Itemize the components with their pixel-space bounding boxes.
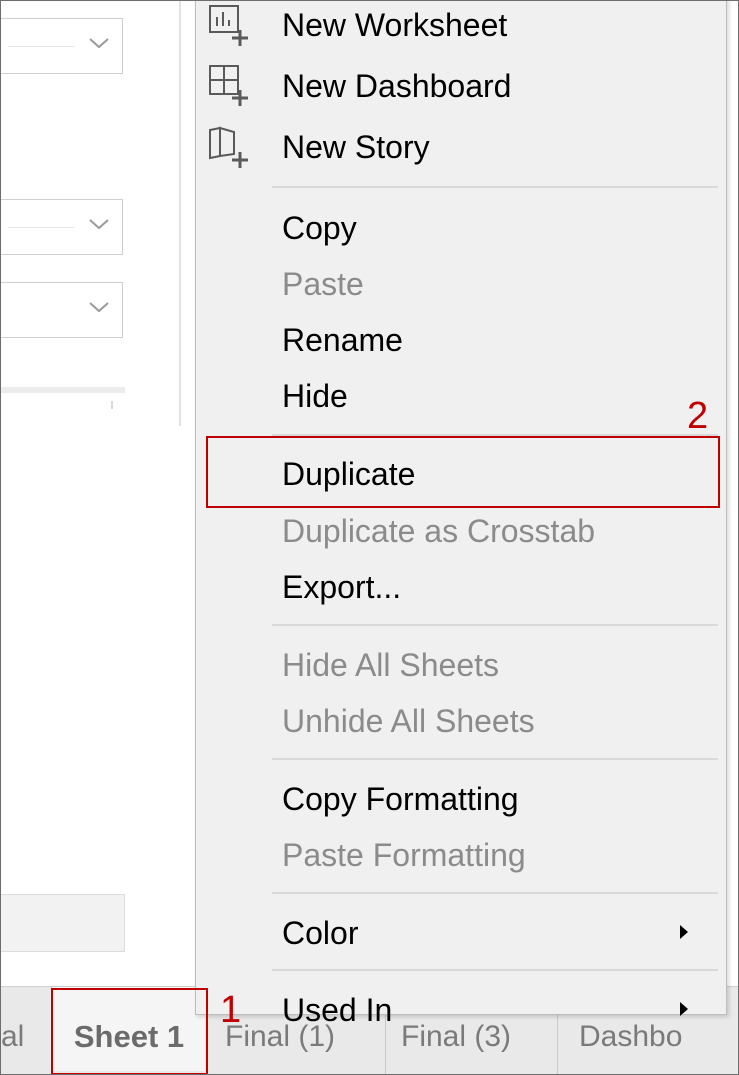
slider-tick: [111, 401, 113, 409]
chevron-down-icon: [89, 219, 109, 230]
menu-item-new-dashboard[interactable]: New Dashboard: [282, 66, 511, 106]
menu-item-rename[interactable]: Rename: [282, 320, 403, 360]
panel-box: [1, 894, 125, 952]
step-2-label: 2: [687, 395, 709, 437]
tab-partial-left[interactable]: al: [1, 987, 51, 1074]
menu-item-duplicate-as-crosstab: Duplicate as Crosstab: [282, 513, 596, 549]
menu-item-copy-formatting[interactable]: Copy Formatting: [282, 779, 519, 819]
submenu-arrow-icon: [680, 1002, 688, 1016]
menu-item-new-story[interactable]: New Story: [282, 127, 430, 167]
dropdown-1[interactable]: [1, 18, 123, 74]
menu-item-unhide-all-sheets: Unhide All Sheets: [282, 703, 535, 739]
menu-separator: [272, 758, 718, 760]
panel-divider: [179, 1, 181, 426]
menu-item-hide-all-sheets: Hide All Sheets: [282, 647, 500, 683]
dropdown-3[interactable]: [1, 282, 123, 338]
screenshot-frame: al Sheet 1 Final (1) Final (3) Dashbo Ne…: [0, 0, 739, 1075]
new-worksheet-icon: [209, 5, 248, 46]
menu-item-color[interactable]: Color: [282, 913, 358, 953]
chevron-down-icon: [89, 38, 109, 49]
menu-item-export[interactable]: Export...: [282, 567, 401, 607]
chevron-down-icon: [89, 302, 109, 313]
highlight-sheet-tab: [51, 988, 208, 1074]
menu-item-copy[interactable]: Copy: [282, 208, 357, 248]
tab-label: Dashbo: [579, 1020, 683, 1053]
menu-separator: [272, 186, 718, 188]
menu-item-new-worksheet[interactable]: New Worksheet: [282, 5, 507, 45]
menu-item-hide[interactable]: Hide: [282, 376, 348, 416]
tab-label: al: [1, 1020, 25, 1053]
tab-label: Final (3): [401, 1020, 512, 1053]
new-story-icon: [209, 126, 248, 168]
menu-separator: [272, 624, 718, 626]
highlight-duplicate: [206, 436, 720, 508]
menu-item-paste: Paste: [282, 266, 364, 302]
step-1-label: 1: [220, 989, 242, 1031]
left-panel: [1, 1, 186, 986]
submenu-arrow-icon: [680, 925, 688, 939]
new-dashboard-icon: [209, 65, 248, 106]
menu-separator: [272, 969, 718, 971]
menu-item-paste-formatting: Paste Formatting: [282, 837, 526, 873]
dropdown-2[interactable]: [1, 199, 123, 255]
menu-separator: [272, 892, 718, 894]
menu-item-used-in[interactable]: Used In: [282, 990, 392, 1030]
slider-track[interactable]: [1, 387, 125, 393]
